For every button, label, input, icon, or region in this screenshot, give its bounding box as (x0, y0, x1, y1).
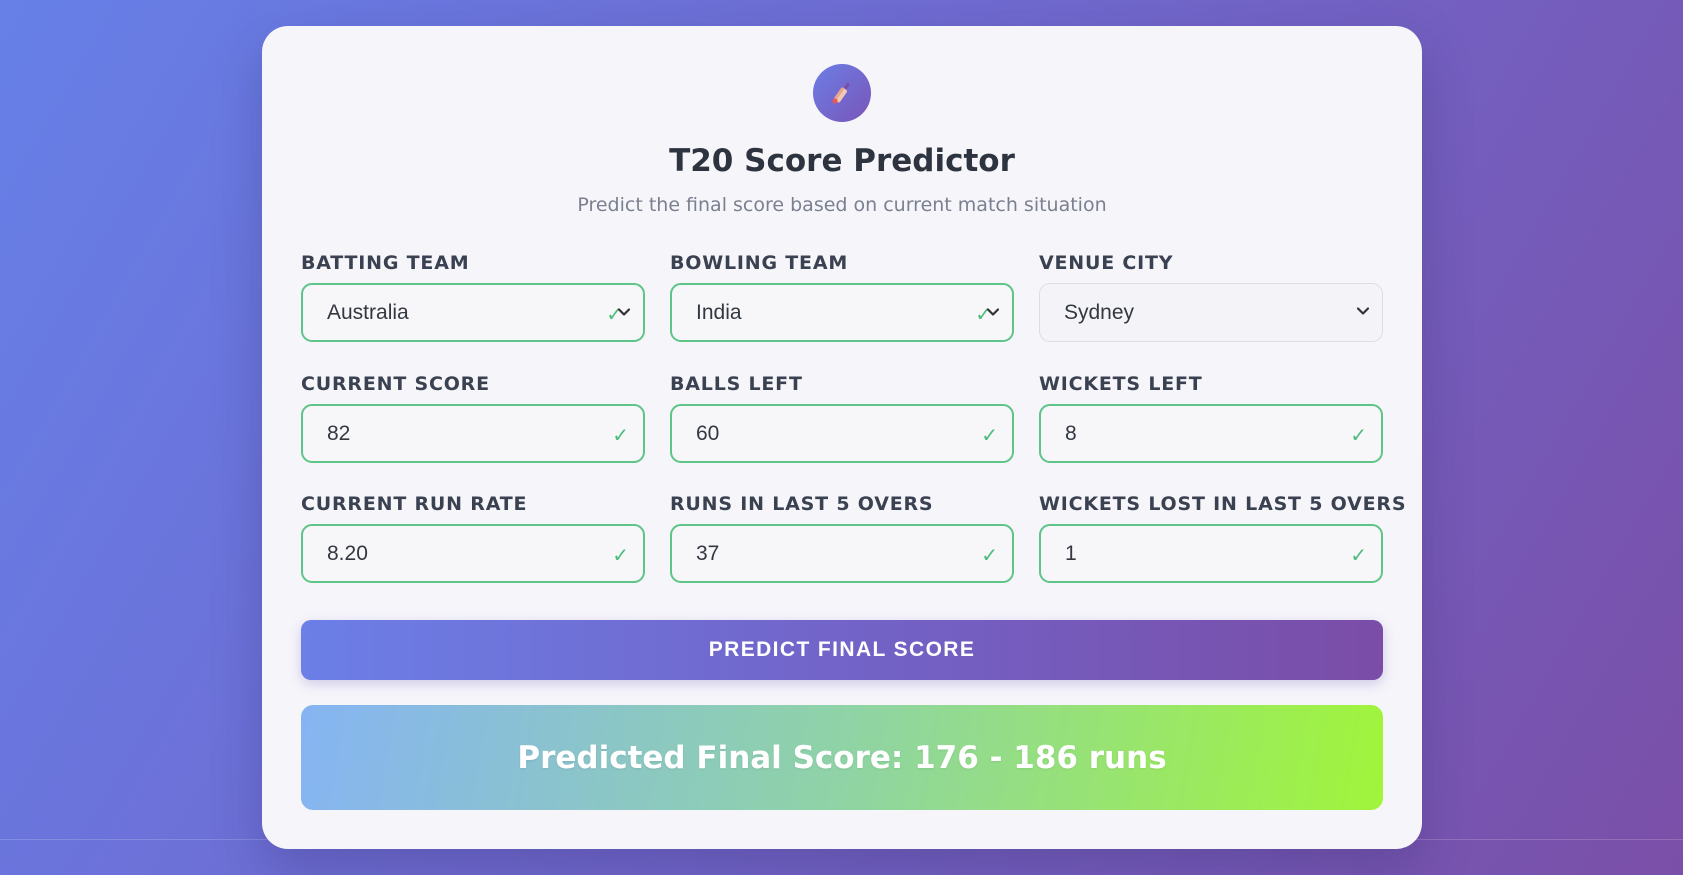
current-score-label: CURRENT SCORE (301, 373, 490, 395)
runs-last-5-input[interactable]: 37 ✓ (670, 524, 1014, 583)
page-title: T20 Score Predictor (669, 143, 1015, 179)
current-run-rate-input[interactable]: 8.20 ✓ (301, 524, 645, 583)
wickets-last-5-input[interactable]: 1 ✓ (1039, 524, 1383, 583)
venue-city-field: VENUE CITY Sydney (1039, 252, 1383, 342)
bowling-team-select[interactable]: India ✓ (670, 283, 1014, 342)
balls-left-input[interactable]: 60 ✓ (670, 404, 1014, 463)
wickets-last-5-value: 1 (1065, 541, 1077, 565)
runs-last-5-value: 37 (696, 541, 720, 565)
batting-team-label: BATTING TEAM (301, 252, 470, 274)
wickets-last-5-field: WICKETS LOST IN LAST 5 OVERS 1 ✓ (1039, 493, 1407, 583)
balls-left-field: BALLS LEFT 60 ✓ (670, 373, 1014, 463)
balls-left-label: BALLS LEFT (670, 373, 803, 395)
chevron-down-icon (986, 308, 1000, 316)
check-icon: ✓ (981, 543, 998, 567)
bowling-team-field: BOWLING TEAM India ✓ (670, 252, 1014, 342)
predicted-score-result: Predicted Final Score: 176 - 186 runs (301, 705, 1383, 810)
current-score-value: 82 (327, 421, 351, 445)
current-score-input[interactable]: 82 ✓ (301, 404, 645, 463)
page-subtitle: Predict the final score based on current… (577, 194, 1107, 216)
predictor-card: T20 Score Predictor Predict the final sc… (262, 26, 1422, 849)
wickets-left-input[interactable]: 8 ✓ (1039, 404, 1383, 463)
venue-city-value: Sydney (1064, 300, 1135, 324)
current-run-rate-field: CURRENT RUN RATE 8.20 ✓ (301, 493, 645, 583)
bowling-team-label: BOWLING TEAM (670, 252, 849, 274)
batting-team-field: BATTING TEAM Australia ✓ (301, 252, 645, 342)
runs-last-5-label: RUNS IN LAST 5 OVERS (670, 493, 934, 515)
predicted-score-text: Predicted Final Score: 176 - 186 runs (517, 739, 1167, 776)
check-icon: ✓ (1350, 543, 1367, 567)
bowling-team-value: India (696, 300, 742, 324)
chevron-down-icon (1356, 307, 1370, 315)
runs-last-5-field: RUNS IN LAST 5 OVERS 37 ✓ (670, 493, 1014, 583)
wickets-left-value: 8 (1065, 421, 1077, 445)
current-score-field: CURRENT SCORE 82 ✓ (301, 373, 645, 463)
wickets-left-label: WICKETS LEFT (1039, 373, 1203, 395)
current-run-rate-label: CURRENT RUN RATE (301, 493, 528, 515)
batting-team-value: Australia (327, 300, 409, 324)
check-icon: ✓ (612, 423, 629, 447)
current-run-rate-value: 8.20 (327, 541, 368, 565)
check-icon: ✓ (981, 423, 998, 447)
check-icon: ✓ (612, 543, 629, 567)
predict-final-score-button[interactable]: PREDICT FINAL SCORE (301, 620, 1383, 680)
check-icon: ✓ (1350, 423, 1367, 447)
venue-city-label: VENUE CITY (1039, 252, 1174, 274)
chevron-down-icon (617, 308, 631, 316)
batting-team-select[interactable]: Australia ✓ (301, 283, 645, 342)
cricket-bat-icon (813, 64, 871, 122)
balls-left-value: 60 (696, 421, 720, 445)
venue-city-select[interactable]: Sydney (1039, 283, 1383, 342)
wickets-left-field: WICKETS LEFT 8 ✓ (1039, 373, 1383, 463)
wickets-last-5-label: WICKETS LOST IN LAST 5 OVERS (1039, 493, 1407, 515)
